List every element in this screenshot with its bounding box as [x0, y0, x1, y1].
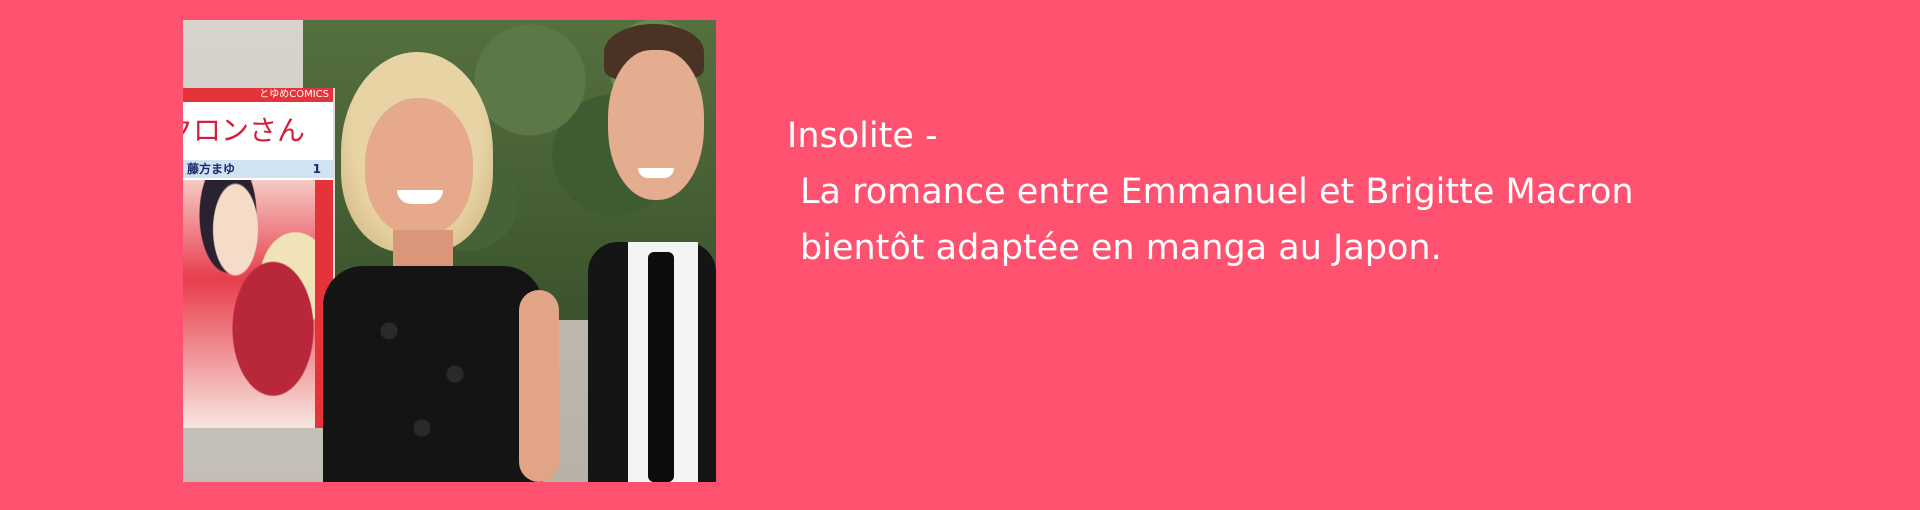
headline-category: Insolite -: [787, 116, 938, 156]
manga-author-bar: 藤方まゆ 1: [183, 160, 333, 178]
woman-smile: [397, 190, 443, 204]
woman-figure: [323, 40, 563, 482]
article-photo: とゆめCOMICS クロンさん 藤方まゆ 1: [183, 20, 716, 482]
manga-author: 藤方まゆ: [187, 162, 236, 176]
manga-title: クロンさん: [183, 114, 306, 147]
woman-face: [365, 98, 473, 236]
woman-arm: [519, 290, 559, 482]
black-tie: [648, 252, 674, 482]
black-lace-dress: [323, 266, 543, 482]
headline-line-1: La romance entre Emmanuel et Brigitte Ma…: [800, 172, 1634, 212]
manga-illustration: [183, 180, 333, 428]
manga-cover: とゆめCOMICS クロンさん 藤方まゆ 1: [183, 88, 335, 428]
headline-line-2: bientôt adaptée en manga au Japon.: [800, 228, 1442, 268]
man-smile: [638, 168, 674, 178]
man-figure: [588, 20, 716, 482]
manga-volume: 1: [312, 162, 321, 176]
article-headline[interactable]: Insolite - La romance entre Emmanuel et …: [787, 108, 1634, 276]
manga-publisher-label: とゆめCOMICS: [183, 88, 333, 102]
